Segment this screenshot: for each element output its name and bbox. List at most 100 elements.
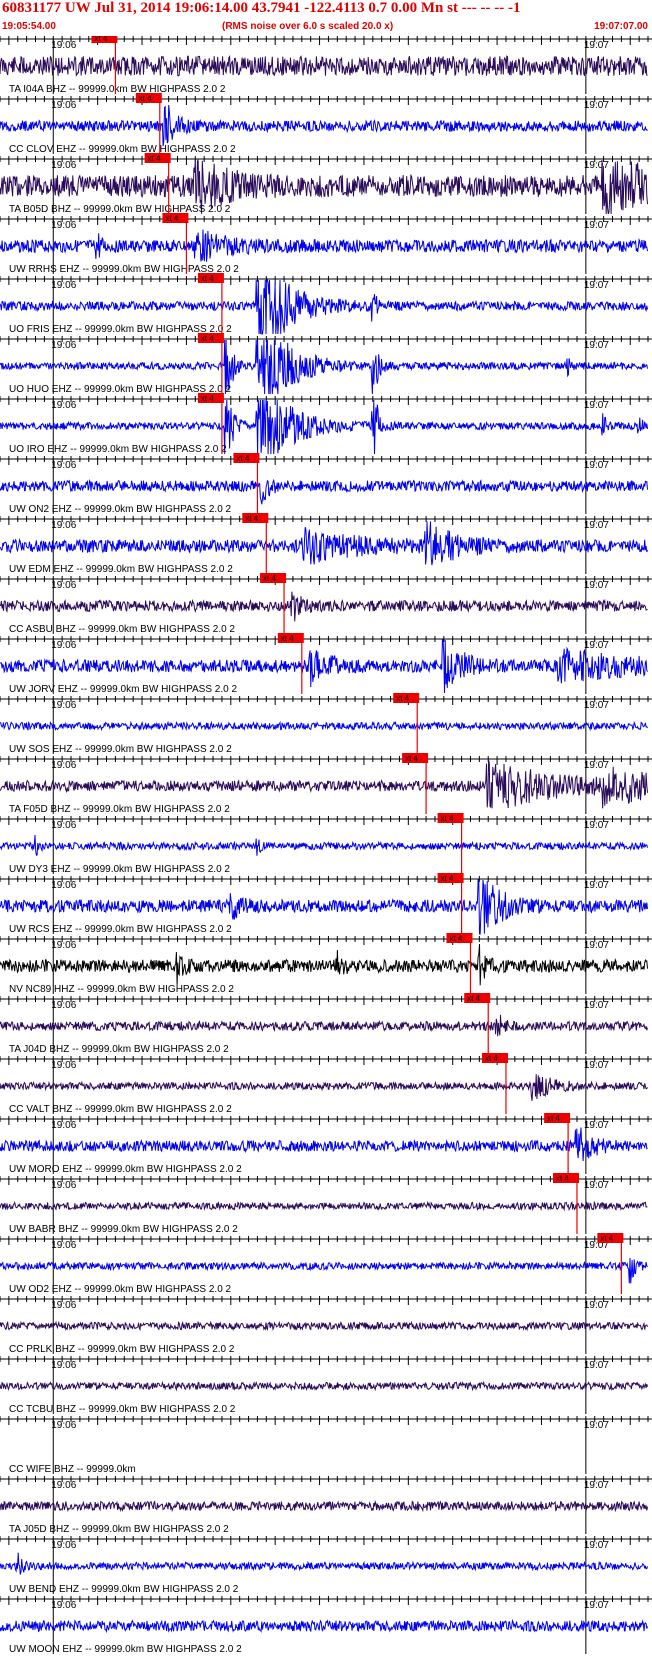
tick-label-1907: 19:07 <box>584 1300 609 1311</box>
waveform <box>0 1618 648 1634</box>
waveform <box>0 104 648 147</box>
station-label: CC CLOV EHZ -- 99999.0km BW HIGHPASS 2.0… <box>9 144 236 155</box>
waveform <box>0 55 648 77</box>
waveform <box>0 1380 648 1392</box>
station-label: UW BEND EHZ -- 99999.0km BW HIGHPASS 2.0… <box>9 1584 239 1595</box>
station-label: CC WIFE BHZ -- 99999.0km <box>9 1464 136 1475</box>
tick-label-1907: 19:07 <box>584 280 609 291</box>
station-label: NV NC89 HHZ -- 99999.0km BW HIGHPASS 2.0… <box>9 984 234 995</box>
station-label: UW ON2 EHZ -- 99999.0km BW HIGHPASS 2.0 … <box>9 504 232 515</box>
tick-label-1907: 19:07 <box>584 1600 609 1611</box>
tick-label-1906: 19:06 <box>51 640 76 651</box>
trace-row: 19:06 19:07 UW SOS EHZ -- 99999.0km BW HIG… <box>0 693 652 755</box>
waveform <box>0 1552 648 1575</box>
trace-row: 19:06 19:07UO FRIS EHZ -- 99999.0km BW HI… <box>0 273 652 335</box>
tick-label-1907: 19:07 <box>584 940 609 951</box>
trace-row: 19:06 19:07 CC VALT BHZ -- 99999.0km BW HI… <box>0 1053 652 1115</box>
waveform <box>0 1499 648 1513</box>
tick-label-1906: 19:06 <box>51 520 76 531</box>
station-label: TA J05D BHZ -- 99999.0km BW HIGHPASS 2.0… <box>9 1524 229 1535</box>
station-label: UW MORO EHZ -- 99999.0km BW HIGHPASS 2.0… <box>9 1164 242 1175</box>
tick-label-1906: 19:06 <box>51 1300 76 1311</box>
trace-row: 19:06 19:07 TA F05D BHZ -- 99999.0km BW HI… <box>0 753 652 815</box>
tick-label-1906: 19:06 <box>51 1360 76 1371</box>
tick-label-1906: 19:06 <box>51 160 76 171</box>
pick-label: xt 4 <box>441 814 454 823</box>
trace-row: 19:06 19:07 UW DY3 EHZ -- 99999.0km BW HIG… <box>0 813 652 875</box>
tick-label-1907: 19:07 <box>584 340 609 351</box>
tick-label-1906: 19:06 <box>51 100 76 111</box>
tick-label-1906: 19:06 <box>51 280 76 291</box>
tick-label-1906: 19:06 <box>51 1600 76 1611</box>
trace-row: 19:06 19:07 CC ASBU BHZ -- 99999.0km BW HI… <box>0 573 652 635</box>
tick-label-1907: 19:07 <box>584 700 609 711</box>
pick-label: xt 4 <box>467 994 480 1003</box>
station-label: TA J04D BHZ -- 99999.0km BW HIGHPASS 2.0… <box>9 1044 229 1055</box>
tick-label-1907: 19:07 <box>584 1000 609 1011</box>
station-label: CC PRLK BHZ -- 99999.0km BW HIGHPASS 2.0… <box>9 1344 235 1355</box>
station-label: CC VALT BHZ -- 99999.0km BW HIGHPASS 2.0… <box>9 1104 232 1115</box>
waveform <box>0 1257 648 1284</box>
tick-label-1907: 19:07 <box>584 400 609 411</box>
tick-label-1907: 19:07 <box>584 580 609 591</box>
waveform <box>0 229 648 262</box>
tick-label-1906: 19:06 <box>51 220 76 231</box>
waveform <box>0 834 648 856</box>
trace-row: 19:06 19:07 CC CLOV EHZ -- 99999.0km BW HI… <box>0 93 652 155</box>
trace-row: 19:06 19:07 TA J04D BHZ -- 99999.0km BW HI… <box>0 993 652 1055</box>
station-label: CC TCBU BHZ -- 99999.0km BW HIGHPASS 2.0… <box>9 1404 236 1415</box>
tick-label-1907: 19:07 <box>584 1540 609 1551</box>
tick-label-1906: 19:06 <box>51 1000 76 1011</box>
pick-label: xt 4 <box>449 934 462 943</box>
trace-row: 19:06 19:07 UW MORO EHZ -- 99999.0km BW HI… <box>0 1113 652 1175</box>
tick-label-1906: 19:06 <box>51 1180 76 1191</box>
end-time-label: 19:07:07.00 <box>594 21 648 32</box>
tick-label-1907: 19:07 <box>584 220 609 231</box>
tick-label-1907: 19:07 <box>584 1360 609 1371</box>
waveform <box>0 1074 648 1101</box>
trace-row: 19:06 19:07 UW EDM EHZ -- 99999.0km BW HIG… <box>0 513 652 575</box>
station-label: UW BABR BHZ -- 99999.0km BW HIGHPASS 2.0… <box>9 1224 238 1235</box>
trace-row: 19:06 19:07 UW MOON EHZ -- 99999.0km BW HI… <box>0 1596 652 1655</box>
tick-label-1906: 19:06 <box>51 1120 76 1131</box>
tick-label-1907: 19:07 <box>584 460 609 471</box>
pick-label: xt 4 <box>441 874 454 883</box>
station-label: UO IRO EHZ -- 99999.0km BW HIGHPASS 2.0 … <box>9 444 227 455</box>
waveform <box>0 1014 648 1037</box>
pick-label: xt 4 <box>139 94 152 103</box>
tick-label-1907: 19:07 <box>584 1120 609 1131</box>
pick-label: xt 4 <box>547 1114 560 1123</box>
pick-label: xt 4 <box>201 334 214 343</box>
tick-label-1907: 19:07 <box>584 1180 609 1191</box>
station-label: UW RCS EHZ -- 99999.0km BW HIGHPASS 2.0 … <box>9 924 232 935</box>
tick-label-1907: 19:07 <box>584 160 609 171</box>
pick-label: xt 4 <box>396 694 409 703</box>
pick-label: xt 4 <box>405 754 418 763</box>
tick-label-1906: 19:06 <box>51 760 76 771</box>
noise-scale-note: (RMS noise over 6.0 s scaled 20.0 x) <box>222 21 394 32</box>
waveform <box>0 478 648 505</box>
trace-row: 19:06 19:07 UW RCS EHZ -- 99999.0km BW HIG… <box>0 873 652 935</box>
pick-label: xt 4 <box>556 1174 569 1183</box>
tick-label-1906: 19:06 <box>51 340 76 351</box>
waveform <box>0 1127 648 1162</box>
tick-label-1906: 19:06 <box>51 460 76 471</box>
station-label: UW MOON EHZ -- 99999.0km BW HIGHPASS 2.0… <box>9 1644 242 1655</box>
trace-row: 19:06 19:07 UW ON2 EHZ -- 99999.0km BW HIG… <box>0 453 652 515</box>
tick-label-1907: 19:07 <box>584 520 609 531</box>
tick-label-1906: 19:06 <box>51 580 76 591</box>
tick-label-1906: 19:06 <box>51 1240 76 1251</box>
pick-label: xt 4 <box>165 214 178 223</box>
trace-row: 19:06 19:07 CC TCBU BHZ -- 99999.0km BW HI… <box>0 1356 652 1415</box>
trace-row: 19:06 19:07 TA B05D BHZ -- 99999.0km BW HI… <box>0 153 652 215</box>
tick-label-1907: 19:07 <box>584 40 609 51</box>
pick-label: xt 4 <box>94 36 107 43</box>
trace-row: 19:06 19:07 UW JORV EHZ -- 99999.0km BW HI… <box>0 633 652 695</box>
plot-header: 60831177 UW Jul 31, 2014 19:06:14.00 43.… <box>0 0 652 36</box>
station-label: UW SOS EHZ -- 99999.0km BW HIGHPASS 2.0 … <box>9 744 232 755</box>
trace-row: 19:06 19:07 UW BEND EHZ -- 99999.0km BW HI… <box>0 1536 652 1595</box>
waveform <box>0 521 648 566</box>
station-label: UW EDM EHZ -- 99999.0km BW HIGHPASS 2.0 … <box>9 564 233 575</box>
trace-row: 19:06 19:07UO HUO EHZ -- 99999.0km BW HIG… <box>0 333 652 395</box>
station-label: TA I04A BHZ -- 99999.0km BW HIGHPASS 2.0… <box>9 84 226 95</box>
